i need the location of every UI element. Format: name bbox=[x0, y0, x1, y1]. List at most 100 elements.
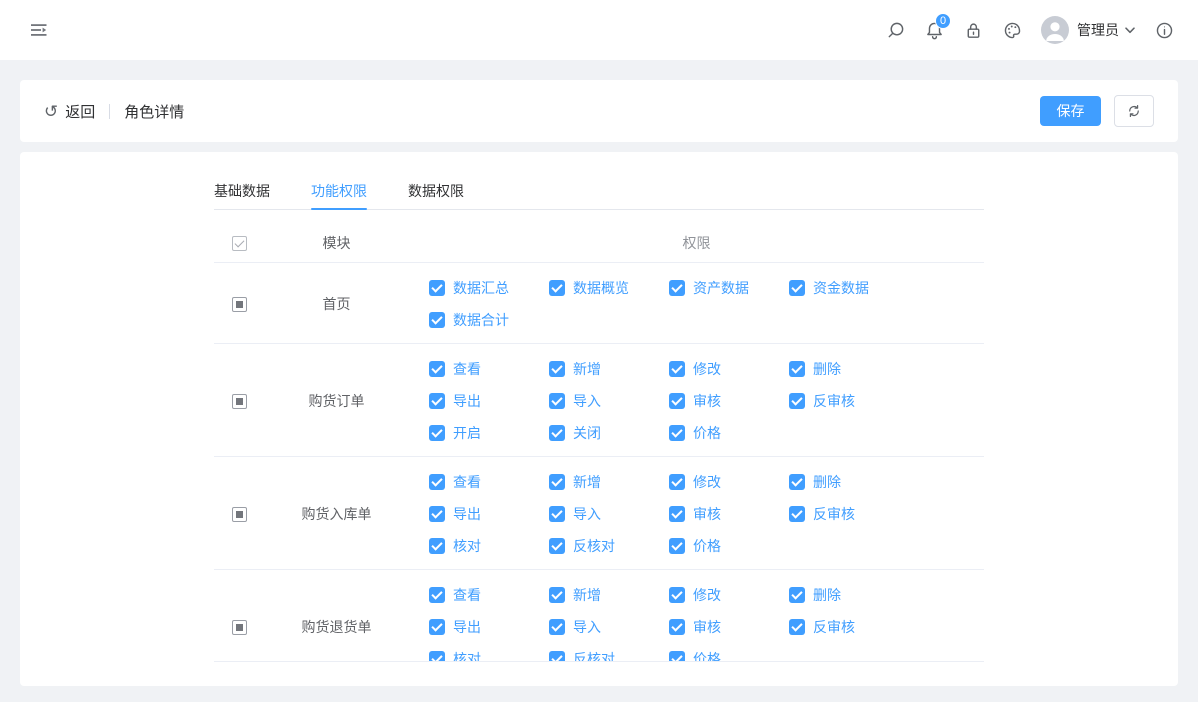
permission-checkbox[interactable]: 开启 bbox=[409, 417, 529, 449]
permission-label: 查看 bbox=[453, 472, 481, 492]
permission-checkbox[interactable]: 反核对 bbox=[529, 530, 649, 562]
permission-checkbox[interactable]: 查看 bbox=[409, 579, 529, 611]
permission-label: 反审核 bbox=[813, 617, 855, 637]
save-button[interactable]: 保存 bbox=[1040, 96, 1101, 126]
back-button[interactable]: ↺ 返回 bbox=[44, 101, 95, 122]
search-icon[interactable] bbox=[885, 20, 905, 40]
permission-checkbox[interactable]: 导入 bbox=[529, 385, 649, 417]
checkbox-checked-icon bbox=[789, 587, 805, 603]
permission-checkbox[interactable]: 导出 bbox=[409, 611, 529, 643]
permission-checkbox[interactable]: 新增 bbox=[529, 353, 649, 385]
permission-label: 导入 bbox=[573, 617, 601, 637]
permission-label: 删除 bbox=[813, 359, 841, 379]
permission-checkbox[interactable]: 核对 bbox=[409, 530, 529, 562]
checkbox-checked-icon bbox=[549, 619, 565, 635]
permission-checkbox[interactable]: 审核 bbox=[649, 385, 769, 417]
permission-checkbox[interactable]: 反审核 bbox=[769, 385, 889, 417]
permission-checkbox[interactable]: 资产数据 bbox=[649, 272, 769, 304]
undo-icon: ↺ bbox=[44, 103, 58, 120]
refresh-button[interactable] bbox=[1114, 95, 1154, 127]
permission-checkbox[interactable]: 删除 bbox=[769, 466, 889, 498]
checkbox-checked-icon bbox=[669, 651, 685, 662]
permission-checkbox[interactable]: 反审核 bbox=[769, 498, 889, 530]
permission-checkbox[interactable]: 数据汇总 bbox=[409, 272, 529, 304]
checkbox-checked-icon bbox=[789, 619, 805, 635]
checkbox-checked-icon bbox=[429, 587, 445, 603]
tab-2[interactable]: 数据权限 bbox=[408, 172, 464, 209]
permission-checkbox[interactable]: 审核 bbox=[649, 498, 769, 530]
permission-checkbox[interactable]: 查看 bbox=[409, 353, 529, 385]
permission-checkbox[interactable]: 关闭 bbox=[529, 417, 649, 449]
table-row: 首页 数据汇总数据概览资产数据资金数据数据合计 bbox=[214, 263, 984, 344]
checkbox-checked-icon bbox=[669, 587, 685, 603]
table-row: 购货入库单查看新增修改删除导出导入审核反审核核对反核对价格 bbox=[214, 457, 984, 570]
permission-checkbox[interactable]: 反核对 bbox=[529, 643, 649, 662]
module-checkbox-indeterminate[interactable] bbox=[232, 297, 247, 312]
permission-label: 导入 bbox=[573, 391, 601, 411]
permission-checkbox[interactable]: 审核 bbox=[649, 611, 769, 643]
permission-checkbox[interactable]: 资金数据 bbox=[769, 272, 889, 304]
checkbox-checked-icon bbox=[549, 538, 565, 554]
checkbox-checked-icon bbox=[669, 474, 685, 490]
checkbox-checked-icon bbox=[669, 538, 685, 554]
permission-checkbox[interactable]: 导出 bbox=[409, 498, 529, 530]
tab-0[interactable]: 基础数据 bbox=[214, 172, 270, 209]
module-checkbox-indeterminate[interactable] bbox=[232, 507, 247, 522]
permission-checkbox[interactable]: 新增 bbox=[529, 466, 649, 498]
permission-label: 数据汇总 bbox=[453, 278, 509, 298]
select-all-checkbox[interactable] bbox=[232, 236, 247, 251]
permission-label: 价格 bbox=[693, 649, 721, 662]
checkbox-checked-icon bbox=[429, 361, 445, 377]
checkbox-checked-icon bbox=[429, 651, 445, 662]
permission-checkbox[interactable]: 价格 bbox=[649, 417, 769, 449]
permission-checkbox[interactable]: 价格 bbox=[649, 643, 769, 662]
notification-bell-icon[interactable]: 0 bbox=[924, 20, 944, 40]
table-header: 模块 权限 bbox=[214, 224, 984, 263]
tab-1[interactable]: 功能权限 bbox=[311, 172, 367, 209]
checkbox-checked-icon bbox=[669, 425, 685, 441]
module-checkbox-indeterminate[interactable] bbox=[232, 394, 247, 409]
permission-checkbox[interactable]: 删除 bbox=[769, 353, 889, 385]
checkbox-checked-icon bbox=[549, 361, 565, 377]
theme-palette-icon[interactable] bbox=[1002, 20, 1022, 40]
permission-checkbox[interactable]: 导入 bbox=[529, 498, 649, 530]
toolbar: ↺ 返回 角色详情 保存 bbox=[20, 80, 1178, 142]
permission-checkbox[interactable]: 删除 bbox=[769, 579, 889, 611]
checkbox-checked-icon bbox=[669, 506, 685, 522]
user-menu[interactable]: 管理员 bbox=[1041, 16, 1135, 44]
permission-checkbox[interactable]: 新增 bbox=[529, 579, 649, 611]
module-name: 首页 bbox=[264, 294, 409, 314]
permission-checkbox[interactable]: 反审核 bbox=[769, 611, 889, 643]
permission-label: 数据合计 bbox=[453, 310, 509, 330]
checkbox-checked-icon bbox=[669, 361, 685, 377]
permission-checkbox[interactable]: 数据合计 bbox=[409, 304, 529, 336]
checkbox-checked-icon bbox=[549, 425, 565, 441]
table-row: 购货订单查看新增修改删除导出导入审核反审核开启关闭价格 bbox=[214, 344, 984, 457]
checkbox-checked-icon bbox=[429, 538, 445, 554]
permission-checkbox[interactable]: 修改 bbox=[649, 353, 769, 385]
checkbox-checked-icon bbox=[429, 619, 445, 635]
permission-label: 核对 bbox=[453, 536, 481, 556]
module-checkbox-indeterminate[interactable] bbox=[232, 620, 247, 635]
permission-label: 导出 bbox=[453, 504, 481, 524]
permission-checkbox[interactable]: 数据概览 bbox=[529, 272, 649, 304]
permission-checkbox[interactable]: 导入 bbox=[529, 611, 649, 643]
lock-icon[interactable] bbox=[963, 20, 983, 40]
permission-label: 修改 bbox=[693, 585, 721, 605]
permission-checkbox[interactable]: 导出 bbox=[409, 385, 529, 417]
title-divider bbox=[109, 104, 110, 119]
checkbox-checked-icon bbox=[549, 506, 565, 522]
permission-checkbox[interactable]: 修改 bbox=[649, 466, 769, 498]
permission-checkbox[interactable]: 价格 bbox=[649, 530, 769, 562]
checkbox-checked-icon bbox=[429, 280, 445, 296]
checkbox-checked-icon bbox=[549, 651, 565, 662]
checkbox-checked-icon bbox=[669, 280, 685, 296]
permission-checkbox[interactable]: 修改 bbox=[649, 579, 769, 611]
menu-fold-icon[interactable] bbox=[30, 21, 48, 39]
tabs: 基础数据 功能权限 数据权限 bbox=[214, 172, 984, 210]
permission-checkbox[interactable]: 查看 bbox=[409, 466, 529, 498]
checkbox-checked-icon bbox=[789, 361, 805, 377]
permission-checkbox[interactable]: 核对 bbox=[409, 643, 529, 662]
page-title: 角色详情 bbox=[124, 101, 184, 122]
info-icon[interactable] bbox=[1154, 20, 1174, 40]
